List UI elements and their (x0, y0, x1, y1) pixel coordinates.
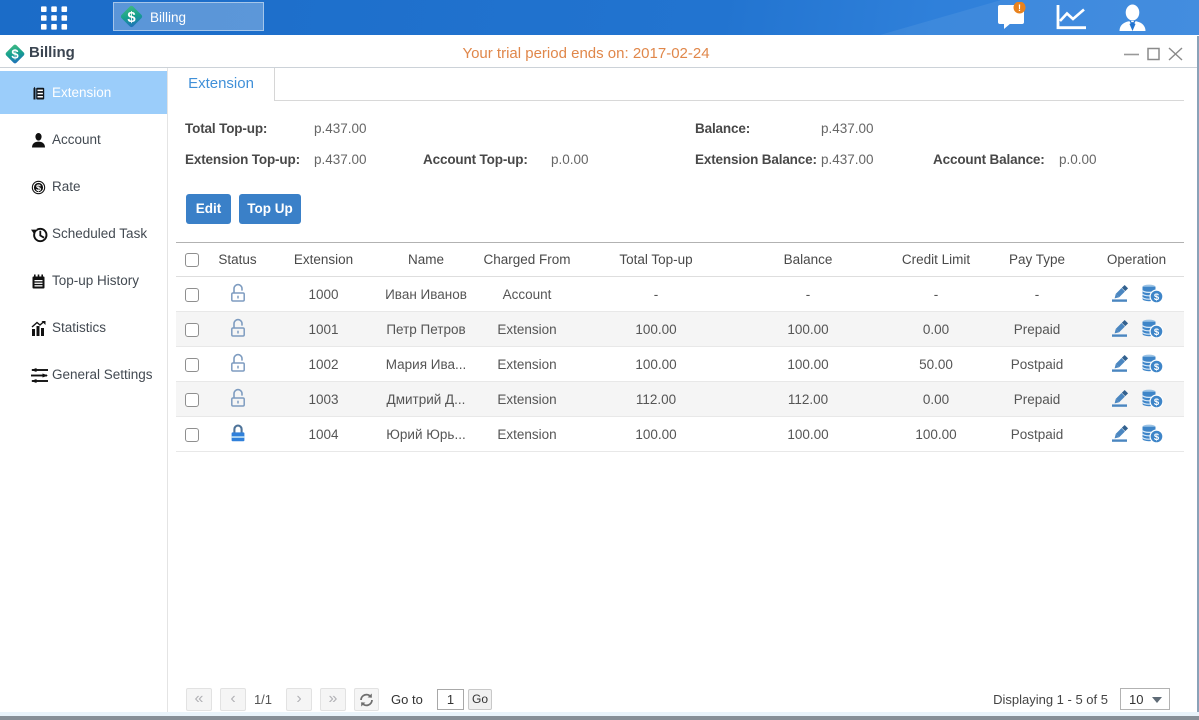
svg-text:$: $ (36, 183, 41, 193)
svg-text:!: ! (1018, 3, 1021, 13)
svg-text:$: $ (127, 10, 136, 26)
svg-text:$: $ (11, 47, 19, 62)
